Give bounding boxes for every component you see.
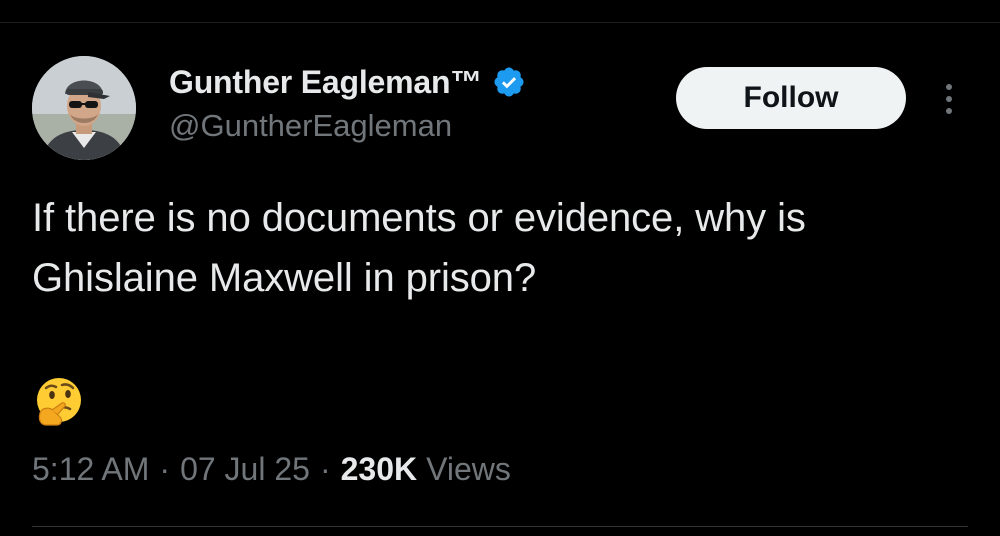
tweet-date[interactable]: 07 Jul 25	[180, 451, 310, 488]
tweet-text: If there is no documents or evidence, wh…	[32, 196, 806, 300]
author-handle[interactable]: @GuntherEagleman	[169, 108, 452, 144]
tweet-time[interactable]: 5:12 AM	[32, 451, 149, 488]
top-divider	[0, 22, 1000, 23]
meta-separator: ·	[319, 451, 331, 487]
more-options-icon[interactable]	[932, 76, 966, 122]
views-label[interactable]: Views	[426, 451, 511, 488]
avatar[interactable]	[32, 56, 136, 160]
follow-button[interactable]: Follow	[676, 67, 906, 129]
more-dot	[946, 96, 952, 102]
display-name[interactable]: Gunther Eagleman™	[169, 64, 482, 101]
views-count[interactable]: 230K	[341, 451, 418, 488]
thinking-face-icon	[32, 375, 86, 429]
more-dot	[946, 84, 952, 90]
author-name-row: Gunther Eagleman™	[169, 62, 526, 102]
more-dot	[946, 108, 952, 114]
verified-badge-icon[interactable]	[492, 65, 526, 99]
tweet-meta: 5:12 AM · 07 Jul 25 · 230K Views	[32, 451, 511, 488]
meta-separator: ·	[159, 451, 171, 487]
bottom-divider	[32, 526, 968, 527]
